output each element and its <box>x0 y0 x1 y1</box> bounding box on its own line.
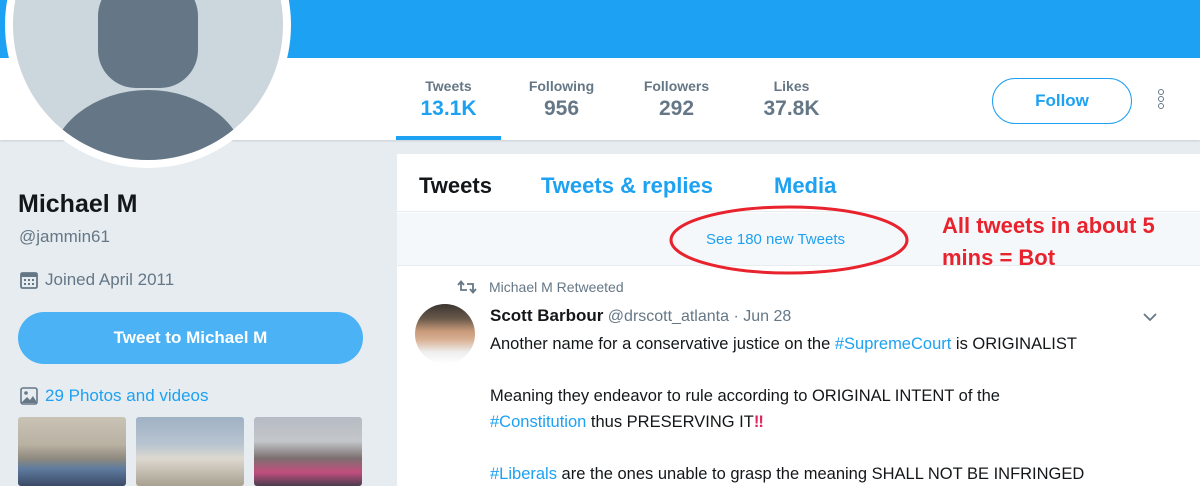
photo-icon <box>20 387 38 405</box>
photo-thumbnail[interactable] <box>254 417 362 486</box>
stat-following-label: Following <box>528 78 595 94</box>
calendar-icon <box>20 272 38 289</box>
retweet-context: Michael M Retweeted <box>457 279 624 295</box>
avatar-head-shape <box>98 0 198 88</box>
annotation-text: All tweets in about 5 mins = Bot <box>942 210 1155 274</box>
follow-button[interactable]: Follow <box>992 78 1132 124</box>
retweet-icon <box>457 280 477 294</box>
profile-name: Michael M <box>18 190 138 218</box>
stat-likes-label: Likes <box>773 78 810 94</box>
tweet-line: Another name for a conservative justice … <box>490 331 1190 357</box>
photos-and-videos-label: 29 Photos and videos <box>45 386 209 405</box>
tweet-author-name[interactable]: Scott Barbour <box>490 306 603 325</box>
tweet-line: Meaning they endeavor to rule according … <box>490 383 1190 409</box>
hashtag-link[interactable]: #Constitution <box>490 413 586 431</box>
profile-avatar[interactable] <box>5 0 291 168</box>
stat-following[interactable]: Following 956 <box>504 58 619 140</box>
tweet[interactable]: Michael M Retweeted Scott Barbour @drsco… <box>397 267 1200 486</box>
tweet-author-avatar[interactable] <box>415 304 475 364</box>
stat-following-value: 956 <box>543 97 580 120</box>
more-vertical-icon[interactable] <box>1152 88 1170 114</box>
hashtag-link[interactable]: #Liberals <box>490 465 557 483</box>
tweet-date[interactable]: Jun 28 <box>743 308 791 325</box>
tweet-author-handle[interactable]: @drscott_atlanta <box>608 308 729 325</box>
photo-thumbnail[interactable] <box>18 417 126 486</box>
chevron-down-icon[interactable] <box>1142 311 1158 323</box>
tweet-text-part: are the ones unable to grasp the meaning… <box>556 465 1085 483</box>
avatar-body-shape <box>49 90 247 160</box>
hashtag-link[interactable]: #SupremeCourt <box>835 335 951 353</box>
tweet-separator: · <box>733 308 739 325</box>
profile-handle[interactable]: @jammin61 <box>19 227 110 247</box>
annotation-line-1: All tweets in about 5 <box>942 213 1155 238</box>
tweet-line: #Constitution thus PRESERVING IT‼ <box>490 409 1190 435</box>
retweet-context-text: Michael M Retweeted <box>489 279 624 295</box>
tweet-header: Scott Barbour @drscott_atlanta · Jun 28 <box>490 306 791 326</box>
tweet-line: #Liberals are the ones unable to grasp t… <box>490 461 1190 486</box>
double-exclamation-emoji: ‼ <box>753 413 764 431</box>
photo-thumbnail[interactable] <box>136 417 244 486</box>
joined-date: Joined April 2011 <box>19 270 174 290</box>
stat-tweets-label: Tweets <box>425 78 472 94</box>
stat-followers-value: 292 <box>658 97 695 120</box>
stat-followers-label: Followers <box>643 78 710 94</box>
annotation-line-2: mins = Bot <box>942 245 1056 270</box>
tweet-text-part: thus PRESERVING IT <box>586 413 754 431</box>
stat-followers[interactable]: Followers 292 <box>619 58 734 140</box>
tweet-text-part: Another name for a conservative justice … <box>490 335 835 353</box>
tweet-text-part: Meaning they endeavor to rule according … <box>490 387 1000 405</box>
tweet-text-part: is ORIGINALIST <box>951 335 1077 353</box>
tweet-text: Another name for a conservative justice … <box>490 331 1190 486</box>
tab-media[interactable]: Media <box>774 173 836 199</box>
annotation-ellipse <box>669 205 909 275</box>
joined-text: Joined April 2011 <box>45 270 175 289</box>
stat-tweets[interactable]: Tweets 13.1K <box>396 58 501 140</box>
tweet-to-button[interactable]: Tweet to Michael M <box>18 312 363 364</box>
stat-tweets-value: 13.1K <box>420 97 477 120</box>
tab-tweets-and-replies[interactable]: Tweets & replies <box>541 173 713 199</box>
tab-tweets[interactable]: Tweets <box>419 173 492 199</box>
stat-likes[interactable]: Likes 37.8K <box>739 58 844 140</box>
stat-likes-value: 37.8K <box>763 97 820 120</box>
photos-and-videos-link[interactable]: 29 Photos and videos <box>19 386 209 406</box>
profile-stats: Tweets 13.1K Following 956 Followers 292… <box>396 58 844 140</box>
